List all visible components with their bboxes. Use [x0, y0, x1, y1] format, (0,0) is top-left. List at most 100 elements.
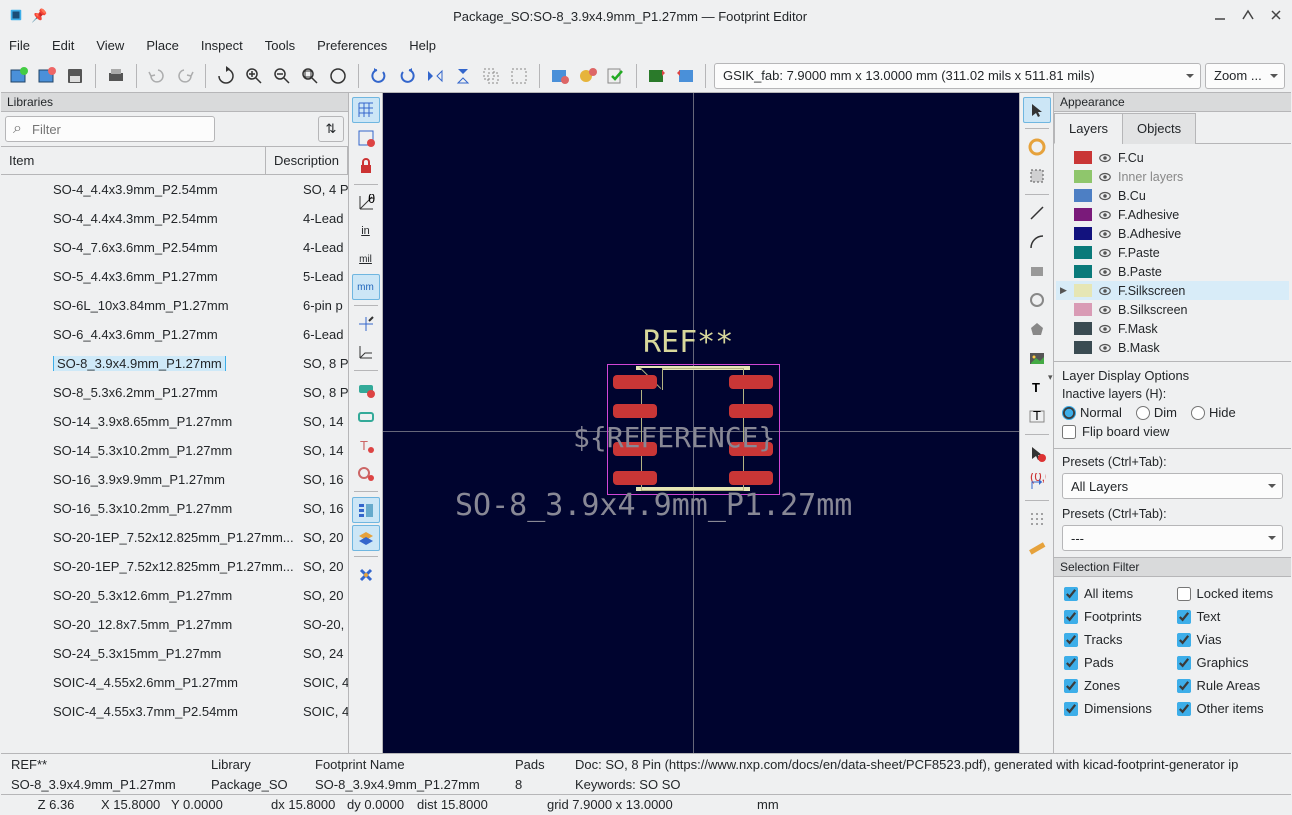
filter-all[interactable]: All items: [1064, 586, 1169, 601]
refresh-button[interactable]: [214, 64, 238, 88]
new-footprint-button[interactable]: [7, 64, 31, 88]
cursor-shape-button[interactable]: [352, 311, 380, 337]
graphic-fill-button[interactable]: [352, 460, 380, 486]
library-row[interactable]: SO-20-1EP_7.52x12.825mm_P1.27mm...SO, 20: [1, 552, 348, 581]
units-mils-button[interactable]: mil: [352, 246, 380, 272]
add-image-button[interactable]: [1023, 345, 1051, 371]
tab-layers[interactable]: Layers: [1054, 113, 1123, 144]
library-row[interactable]: SO-14_5.3x10.2mm_P1.27mmSO, 14: [1, 436, 348, 465]
library-row[interactable]: SO-14_3.9x8.65mm_P1.27mmSO, 14: [1, 407, 348, 436]
add-zone-button[interactable]: [1023, 163, 1051, 189]
library-row[interactable]: SO-4_4.4x4.3mm_P2.54mm4-Lead: [1, 204, 348, 233]
toggle-lock-button[interactable]: [352, 153, 380, 179]
layer-row[interactable]: B.Adhesive: [1056, 224, 1289, 243]
add-rect-button[interactable]: [1023, 258, 1051, 284]
menu-preferences[interactable]: Preferences: [317, 38, 387, 53]
library-row[interactable]: SO-8_5.3x6.2mm_P1.27mmSO, 8 P: [1, 378, 348, 407]
library-row[interactable]: SO-5_4.4x3.6mm_P1.27mm5-Lead: [1, 262, 348, 291]
menu-tools[interactable]: Tools: [265, 38, 295, 53]
filter-text[interactable]: Text: [1177, 609, 1282, 624]
add-pad-button[interactable]: [1023, 134, 1051, 160]
filter-locked[interactable]: Locked items: [1177, 586, 1282, 601]
pin-icon[interactable]: 📌: [31, 8, 47, 24]
layer-row[interactable]: F.Adhesive: [1056, 205, 1289, 224]
layer-row[interactable]: F.Paste: [1056, 243, 1289, 262]
layer-display-title[interactable]: Layer Display Options: [1062, 368, 1189, 383]
preferences-button[interactable]: [352, 562, 380, 588]
close-button[interactable]: [1269, 8, 1283, 25]
library-row[interactable]: SO-20_5.3x12.6mm_P1.27mmSO, 20: [1, 581, 348, 610]
layer-row[interactable]: F.Mask: [1056, 319, 1289, 338]
select-tool-button[interactable]: [1023, 97, 1051, 123]
radio-normal[interactable]: Normal: [1062, 405, 1122, 420]
column-description[interactable]: Description: [266, 147, 348, 174]
canvas[interactable]: REF** ${REFERENCE} SO-8_3.9x4.9mm_P1.27m…: [383, 93, 1019, 753]
library-row[interactable]: SO-4_7.6x3.6mm_P2.54mm4-Lead: [1, 233, 348, 262]
rotate-cw-button[interactable]: [395, 64, 419, 88]
library-list[interactable]: SO-4_4.4x3.9mm_P2.54mmSO, 4 PSO-4_4.4x4.…: [1, 175, 348, 753]
column-item[interactable]: Item: [1, 147, 266, 174]
pad-fill-button[interactable]: [352, 404, 380, 430]
pad-number-button[interactable]: [352, 376, 380, 402]
footprint-properties-button[interactable]: [548, 64, 572, 88]
layer-row[interactable]: Inner layers: [1056, 167, 1289, 186]
add-arc-button[interactable]: [1023, 229, 1051, 255]
radio-hide[interactable]: Hide: [1191, 405, 1236, 420]
measure-button[interactable]: [1023, 535, 1051, 561]
grid-combo[interactable]: GSIK_fab: 7.9000 mm x 13.0000 mm (311.02…: [714, 63, 1201, 89]
units-mm-button[interactable]: mm: [352, 274, 380, 300]
text-fill-button[interactable]: T: [352, 432, 380, 458]
menu-place[interactable]: Place: [146, 38, 179, 53]
zoom-combo[interactable]: Zoom ...: [1205, 63, 1285, 89]
library-row[interactable]: SO-24_5.3x15mm_P1.27mmSO, 24: [1, 639, 348, 668]
presets-combo[interactable]: All Layers: [1062, 473, 1283, 499]
minimize-button[interactable]: [1213, 8, 1227, 25]
filter-rule-areas[interactable]: Rule Areas: [1177, 678, 1282, 693]
pad-properties-button[interactable]: [576, 64, 600, 88]
layer-row[interactable]: F.Cu: [1056, 148, 1289, 167]
library-row[interactable]: SO-16_5.3x10.2mm_P1.27mmSO, 16: [1, 494, 348, 523]
units-inches-button[interactable]: in: [352, 218, 380, 244]
mirror-v-button[interactable]: [451, 64, 475, 88]
add-textbox-button[interactable]: T: [1023, 403, 1051, 429]
menu-view[interactable]: View: [96, 38, 124, 53]
save-button[interactable]: [63, 64, 87, 88]
menu-inspect[interactable]: Inspect: [201, 38, 243, 53]
grid-overrides-button[interactable]: [352, 125, 380, 151]
sort-button[interactable]: ⇅: [318, 116, 344, 142]
layer-row[interactable]: ▶F.Silkscreen: [1056, 281, 1289, 300]
print-button[interactable]: [104, 64, 128, 88]
filter-pads[interactable]: Pads: [1064, 655, 1169, 670]
filter-footprints[interactable]: Footprints: [1064, 609, 1169, 624]
load-from-board-button[interactable]: [645, 64, 669, 88]
filter-tracks[interactable]: Tracks: [1064, 632, 1169, 647]
layer-row[interactable]: B.Mask: [1056, 338, 1289, 357]
viewports-combo[interactable]: ---: [1062, 525, 1283, 551]
library-row[interactable]: SO-4_4.4x3.9mm_P2.54mmSO, 4 P: [1, 175, 348, 204]
menu-file[interactable]: File: [9, 38, 30, 53]
zoom-fit-button[interactable]: [298, 64, 322, 88]
layer-row[interactable]: B.Cu: [1056, 186, 1289, 205]
library-row[interactable]: SO-6L_10x3.84mm_P1.27mm6-pin p: [1, 291, 348, 320]
set-origin-button[interactable]: (0,0): [1023, 469, 1051, 495]
zoom-in-button[interactable]: [242, 64, 266, 88]
layer-row[interactable]: B.Paste: [1056, 262, 1289, 281]
radio-dim[interactable]: Dim: [1136, 405, 1177, 420]
zoom-out-button[interactable]: [270, 64, 294, 88]
library-row[interactable]: SO-16_3.9x9.9mm_P1.27mmSO, 16: [1, 465, 348, 494]
add-line-button[interactable]: [1023, 200, 1051, 226]
filter-graphics[interactable]: Graphics: [1177, 655, 1282, 670]
menu-help[interactable]: Help: [409, 38, 436, 53]
library-row[interactable]: SOIC-4_4.55x2.6mm_P1.27mmSOIC, 4: [1, 668, 348, 697]
polar-coords-button[interactable]: θ: [352, 190, 380, 216]
rotate-ccw-button[interactable]: [367, 64, 391, 88]
library-row[interactable]: SO-20-1EP_7.52x12.825mm_P1.27mm...SO, 20: [1, 523, 348, 552]
library-tree-button[interactable]: [352, 497, 380, 523]
grid-origin-button[interactable]: [1023, 506, 1051, 532]
add-polygon-button[interactable]: [1023, 316, 1051, 342]
flip-board-checkbox[interactable]: Flip board view: [1062, 424, 1283, 439]
zoom-selection-button[interactable]: [326, 64, 350, 88]
add-text-button[interactable]: T: [1023, 374, 1051, 400]
menu-edit[interactable]: Edit: [52, 38, 74, 53]
filter-input[interactable]: [5, 116, 215, 142]
